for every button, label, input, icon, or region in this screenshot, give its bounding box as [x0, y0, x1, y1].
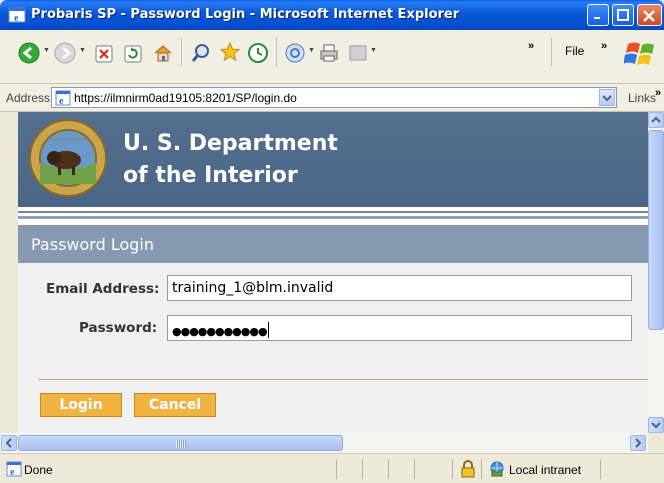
favorites-star-icon[interactable] — [219, 41, 241, 63]
mail-dropdown-icon[interactable]: ▼ — [308, 47, 315, 54]
close-icon — [643, 10, 655, 22]
svg-text:e: e — [10, 467, 15, 477]
scroll-down-button[interactable] — [648, 417, 664, 433]
print-icon[interactable] — [318, 42, 340, 64]
address-url: https://ilmnirm0ad19105:8201/SP/login.do — [74, 91, 297, 105]
department-name-line1: U. S. Department — [123, 131, 338, 156]
window-frame-left — [0, 112, 18, 453]
section-header: Password Login — [18, 225, 648, 263]
status-separator — [481, 459, 482, 479]
back-dropdown-icon[interactable]: ▼ — [43, 47, 50, 54]
address-bar: Address e https://ilmnirm0ad19105:8201/S… — [0, 84, 664, 112]
back-icon[interactable] — [18, 42, 40, 64]
horizontal-scroll-thumb[interactable] — [18, 435, 343, 451]
banner-divider — [18, 216, 648, 219]
local-intranet-icon — [490, 461, 504, 477]
toolbar-overflow-icon[interactable]: » — [528, 40, 534, 52]
ie-page-icon: e — [6, 461, 22, 477]
maximize-button[interactable] — [612, 4, 634, 26]
horizontal-scrollbar[interactable] — [0, 433, 648, 453]
chevron-down-icon — [602, 95, 612, 102]
cancel-button[interactable]: Cancel — [134, 393, 216, 417]
browser-toolbar: ▼ ▼ ▼ ▼ » File » — [0, 30, 664, 84]
scroll-up-button[interactable] — [648, 112, 664, 128]
home-icon[interactable] — [152, 42, 174, 64]
status-separator — [414, 459, 415, 479]
vertical-scroll-thumb[interactable] — [648, 130, 664, 330]
forward-icon[interactable] — [54, 42, 76, 64]
status-separator — [452, 459, 453, 479]
address-dropdown-button[interactable] — [599, 89, 615, 106]
page-title: Password Login — [31, 235, 154, 254]
page-viewport: U. S. Department of the Interior Passwor… — [18, 112, 648, 433]
scrollbar-corner — [648, 433, 664, 453]
svg-text:e: e — [14, 13, 19, 24]
department-name-line2: of the Interior — [123, 163, 298, 188]
edit-dropdown-icon[interactable]: ▼ — [370, 47, 377, 54]
stop-icon[interactable] — [93, 43, 115, 65]
window-title: Probaris SP - Password Login - Microsoft… — [31, 7, 460, 22]
status-separator — [388, 459, 389, 479]
email-label: Email Address: — [46, 281, 160, 297]
scroll-left-button[interactable] — [1, 435, 17, 451]
windows-logo-icon — [624, 42, 654, 65]
history-icon[interactable] — [247, 42, 269, 64]
ie-page-icon: e — [55, 90, 71, 106]
toolbar-separator — [276, 38, 277, 66]
links-label[interactable]: Links — [628, 91, 656, 105]
status-separator — [336, 459, 337, 479]
menu-file[interactable]: File — [565, 44, 584, 58]
text-caret — [267, 322, 269, 338]
chevron-left-icon — [5, 438, 12, 448]
minimize-button[interactable] — [587, 4, 609, 26]
ie-window-icon: e — [8, 7, 26, 24]
form-divider — [38, 379, 648, 380]
status-separator — [362, 459, 363, 479]
chevron-up-icon — [651, 116, 661, 123]
window-titlebar[interactable]: e Probaris SP - Password Login - Microso… — [0, 0, 664, 30]
scroll-right-button[interactable] — [630, 435, 646, 451]
svg-text:e: e — [59, 96, 64, 106]
status-separator — [600, 459, 601, 479]
security-zone-text: Local intranet — [509, 463, 582, 477]
lock-icon[interactable] — [460, 460, 476, 478]
password-label: Password: — [79, 320, 158, 336]
toolbar-separator — [551, 38, 552, 66]
mail-icon[interactable] — [284, 42, 306, 64]
email-value: training_1@blm.invalid — [172, 280, 334, 296]
password-field[interactable]: ●●●●●●●●●●● — [167, 315, 632, 341]
search-icon[interactable] — [190, 42, 212, 64]
refresh-icon[interactable] — [122, 43, 144, 65]
doi-banner: U. S. Department of the Interior — [18, 112, 648, 207]
scroll-grip-icon — [176, 440, 186, 448]
status-text: Done — [24, 463, 53, 477]
address-label: Address — [6, 91, 51, 105]
address-input[interactable]: e https://ilmnirm0ad19105:8201/SP/login.… — [51, 87, 617, 108]
status-bar: e Done Local intranet — [0, 453, 664, 483]
vertical-scrollbar[interactable] — [648, 112, 664, 433]
minimize-icon — [594, 17, 600, 19]
close-button[interactable] — [637, 4, 662, 26]
password-value: ●●●●●●●●●●● — [172, 325, 268, 338]
login-form: Email Address: training_1@blm.invalid Pa… — [18, 263, 648, 433]
menu-overflow-icon[interactable]: » — [601, 40, 607, 52]
links-overflow-icon[interactable]: » — [655, 87, 661, 99]
toolbar-separator — [181, 38, 182, 66]
email-field[interactable]: training_1@blm.invalid — [167, 275, 632, 301]
chevron-down-icon — [651, 422, 661, 429]
chevron-right-icon — [635, 438, 642, 448]
login-button[interactable]: Login — [40, 393, 122, 417]
forward-dropdown-icon[interactable]: ▼ — [79, 47, 86, 54]
banner-divider — [18, 211, 648, 213]
doi-seal-logo — [29, 119, 107, 197]
maximize-icon — [617, 9, 629, 21]
edit-icon[interactable] — [347, 42, 369, 64]
